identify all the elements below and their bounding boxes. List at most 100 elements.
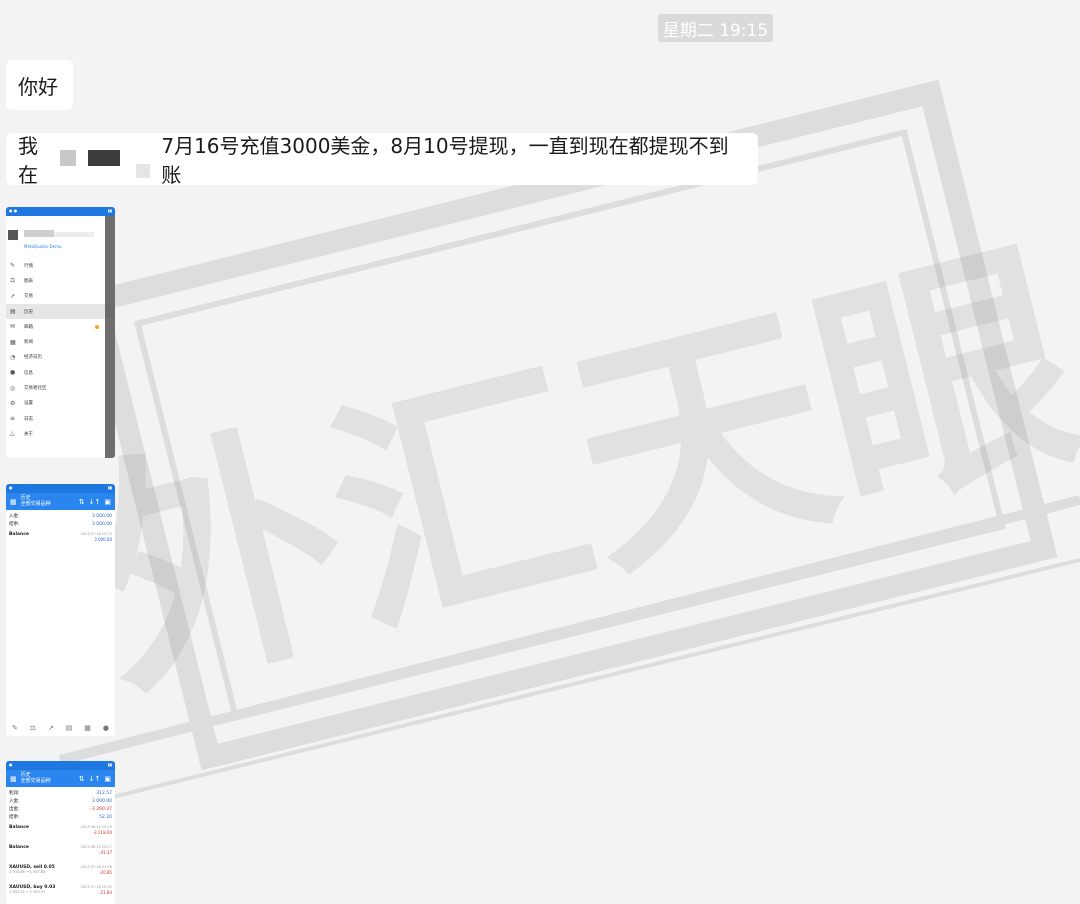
summary-row: 入金: 3 000.00	[9, 512, 112, 520]
redacted-text	[58, 137, 162, 181]
deal-amount: -3 218.00	[92, 829, 112, 835]
deal-row: XAUUSD, sell 0.05 1 933.48 → 1 937.65 2023…	[6, 863, 115, 883]
deal-amount: -21.84	[99, 889, 112, 895]
menu-item[interactable]: ● 信息	[6, 365, 115, 380]
summary-row: 结余: 52.20	[9, 813, 112, 821]
menu-item-label: 行情	[24, 263, 33, 269]
menu-item[interactable]: ≡ 日志	[6, 411, 115, 426]
news-icon: ▦	[10, 338, 16, 346]
quotes-tab-icon: ✎	[11, 724, 18, 732]
mail-icon: ✉	[10, 323, 16, 331]
deal-amount: -20.85	[99, 869, 112, 875]
menu-item-label: 新闻	[24, 340, 33, 346]
deal-list: Balance 2023.08.10 13:23 -3 218.00 Balance 2…	[6, 823, 115, 903]
community-icon: ◎	[10, 384, 16, 392]
menu-icon: ▦	[10, 497, 17, 506]
image-attachment-history[interactable]: ● ▮▮ ▦ 历史 全部交易品种 ⇅ ↓↑ ▣ 利润: 312.57 入金: 3 000.…	[6, 761, 115, 904]
summary-value: 3 000.00	[91, 798, 112, 804]
summary-row: 结余: 3 000.00	[9, 520, 112, 528]
deal-prices: 1 933.48 → 1 937.65	[9, 870, 46, 874]
menu-item-label: 关于	[24, 431, 33, 437]
toolbar-subtitle: 全部交易品种	[20, 500, 51, 507]
image-attachment-account[interactable]: ● ▮▮ ▦ 历史 全部交易品种 ⇅ ↓↑ ▣ 入金: 3 000.00 结余: 3 00…	[6, 484, 115, 736]
menu-item[interactable]: ◎ 交易者社区	[6, 380, 115, 395]
info-icon: △	[10, 430, 15, 438]
news-tab-icon: ▦	[84, 724, 91, 732]
menu-item[interactable]: ▦ 新闻	[6, 334, 115, 349]
toolbar-subtitle: 全部交易品种	[20, 777, 51, 784]
profile-header: MetaQuotes-Demo	[6, 216, 115, 258]
menu-list: ✎ 行情 ⚖ 图表 ↗ 交易 ▤ 历史 ✉ 邮箱 ▦ 新闻 ◔ 经济日历 ● 信息 ◎ 交易者社区 ⚙ 设置 ≡ 日志 △ 关…	[6, 258, 115, 442]
message-text-prefix: 我在	[18, 134, 38, 187]
menu-item-label: 历史	[24, 309, 33, 315]
menu-item-label: 设置	[24, 401, 33, 407]
summary-value: 312.57	[96, 790, 112, 796]
deal-time: 2023.08.10 13:23	[80, 825, 112, 829]
pencil-icon: ✎	[10, 262, 16, 270]
menu-item-label: 信息	[24, 370, 33, 376]
menu-item-label: 日志	[24, 416, 33, 422]
deal-row: XAUUSD, buy 0.03 1 933.72 → 1 933.31 2023.…	[6, 883, 115, 903]
deal-label: Balance	[9, 532, 29, 537]
deal-row: Balance 2023.08.10 13:23 -3 218.00	[6, 823, 115, 843]
menu-item[interactable]: ↗ 交易	[6, 289, 115, 304]
history-icon: ▤	[10, 308, 16, 316]
message-bubble[interactable]: 我在 7月16号充值3000美金，8月10号提现，一直到现在都提现不到账	[6, 133, 758, 187]
calendar-icon: ◔	[10, 353, 16, 361]
drawer-overlay	[105, 216, 115, 458]
trade-icon: ↗	[10, 292, 16, 300]
menu-item-label: 经济日历	[24, 355, 42, 361]
calendar-icon: ▣	[104, 497, 111, 506]
chat-timestamp: 星期二 19:15	[658, 14, 773, 42]
message-bubble[interactable]: 你好	[6, 60, 73, 110]
log-icon: ≡	[10, 415, 16, 423]
redacted-server	[54, 232, 94, 237]
summary-label: 入金:	[9, 514, 20, 519]
phone-status-bar: ● ▮▮	[6, 761, 115, 770]
menu-item[interactable]: ⚖ 图表	[6, 273, 115, 288]
phone-status-bar: ● ▮▮	[6, 484, 115, 493]
summary-rows: 利润: 312.57 入金: 3 000.00 出金: -3 260.37 结余: 52.20	[6, 787, 115, 823]
menu-item[interactable]: ◔ 经济日历	[6, 350, 115, 365]
deal-amount: -41.37	[99, 849, 112, 855]
menu-item[interactable]: ⚙ 设置	[6, 396, 115, 411]
toolbar: ▦ 历史 全部交易品种 ⇅ ↓↑ ▣	[6, 770, 115, 787]
chat-icon: ●	[10, 369, 16, 377]
toolbar: ▦ 历史 全部交易品种 ⇅ ↓↑ ▣	[6, 493, 115, 510]
sort-icon: ↓↑	[88, 774, 101, 783]
image-attachment-menu[interactable]: ● ● ▮▮ MetaQuotes-Demo ✎ 行情 ⚖ 图表 ↗ 交易 ▤ 历史 ✉ 邮箱 ▦ 新闻…	[6, 207, 115, 458]
filter-icon: ⇅	[78, 497, 85, 506]
deal-row: Balance 2023.08.10 20:17 -41.37	[6, 843, 115, 863]
deal-time: 2023.08.10 20:17	[80, 845, 112, 849]
avatar	[8, 230, 18, 240]
deal-amount: 3 000.00	[94, 536, 112, 542]
menu-item[interactable]: ✉ 邮箱	[6, 319, 115, 334]
deal-prices: 1 933.72 → 1 933.31	[9, 890, 46, 894]
chart-tab-icon: ⚖	[29, 724, 37, 732]
bottom-tab-bar: ✎ ⚖ ↗ ▤ ▦ ●	[6, 724, 115, 732]
deal-label: Balance	[9, 825, 29, 830]
summary-row: 利润: 312.57	[9, 789, 112, 797]
calendar-icon: ▣	[104, 774, 111, 783]
menu-item[interactable]: ▤ 历史	[6, 303, 115, 320]
menu-item-label: 邮箱	[24, 324, 33, 330]
deal-label: Balance	[9, 845, 29, 850]
deal-time: 2023.07.16 19:23	[80, 532, 112, 536]
summary-label: 利润:	[9, 791, 20, 796]
menu-item-label: 图表	[24, 278, 33, 284]
menu-item[interactable]: △ 关于	[6, 426, 115, 441]
sort-icon: ↓↑	[88, 497, 101, 506]
profile-subtitle: MetaQuotes-Demo	[24, 244, 62, 249]
menu-icon: ▦	[10, 774, 17, 783]
message-text: 你好	[18, 74, 58, 99]
redacted-name	[24, 230, 54, 237]
message-text-suffix: 7月16号充值3000美金，8月10号提现，一直到现在都提现不到账	[161, 134, 729, 187]
chart-icon: ⚖	[10, 277, 16, 285]
summary-value: 52.20	[99, 814, 112, 820]
deal-row: Balance 2023.07.16 19:23 3 000.00	[6, 530, 115, 550]
menu-item[interactable]: ✎ 行情	[6, 258, 115, 273]
filter-icon: ⇅	[78, 774, 85, 783]
summary-value: 3 000.00	[91, 513, 112, 519]
deal-time: 2023.07.16 21:06	[80, 865, 112, 869]
summary-rows: 入金: 3 000.00 结余: 3 000.00	[6, 510, 115, 530]
